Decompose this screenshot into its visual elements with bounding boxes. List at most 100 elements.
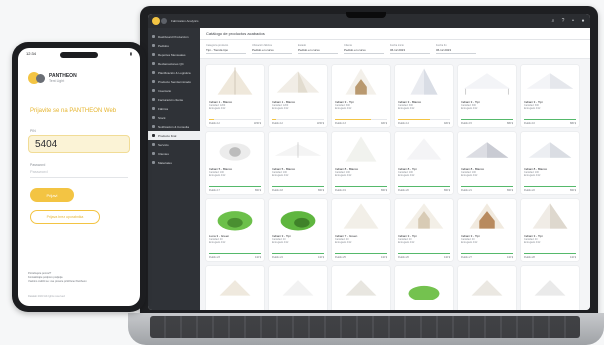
product-card[interactable] — [269, 266, 327, 310]
product-thumbnail — [521, 65, 579, 99]
order-number: Pedido 27 — [461, 256, 472, 259]
product-card[interactable]: Indiani 8 - Blanco Cantidad: 100 Entregado… — [458, 132, 516, 194]
product-card[interactable]: Indiani 5 - Blanco Cantidad: 100 Entregado… — [206, 132, 264, 194]
tent-image — [282, 280, 314, 296]
order-price: 410 $ — [570, 256, 576, 259]
product-card[interactable]: Indiani 3 - Tipi Cantidad: 300 Entregado 4… — [332, 65, 390, 127]
sidebar-item-label: Planificación & Logística — [158, 70, 191, 75]
sidebar-item[interactable]: Reclamaciones QC — [148, 59, 200, 68]
product-thumbnail — [332, 266, 390, 300]
search-icon[interactable]: ⌕ — [550, 18, 556, 24]
sidebar-item[interactable]: Planificación & Logística — [148, 68, 200, 77]
brand-header: PANTHEON Tent Light — [18, 58, 140, 84]
tent-image — [406, 138, 442, 160]
filter-dropdown[interactable]: Fecha inicio 06.12.2023 — [390, 44, 430, 54]
product-thumbnail — [206, 199, 264, 233]
filter-label: Ubicación fábrica — [252, 44, 272, 47]
order-price: 860 $ — [255, 189, 261, 192]
product-card[interactable]: Luna 3 - Green Cantidad: 40 Entregado 4/12… — [206, 199, 264, 261]
order-number: Pedido 12 — [209, 122, 220, 125]
product-card[interactable]: Indiani 8 - Tipi Cantidad: 100 Entregado 4… — [395, 132, 453, 194]
product-thumbnail — [458, 65, 516, 99]
product-card[interactable] — [332, 266, 390, 310]
progress-fill — [398, 118, 431, 120]
progress-fill — [209, 185, 261, 187]
sidebar-item[interactable]: Clientes — [148, 149, 200, 158]
user-icon[interactable]: ● — [580, 18, 586, 24]
sidebar-item[interactable]: Reportes Mensuales — [148, 50, 200, 59]
product-card[interactable]: Indiani 1 - Blanco Cantidad: 1200 Entregad… — [206, 65, 264, 127]
product-thumbnail — [395, 65, 453, 99]
progress-fill — [335, 118, 372, 120]
product-card[interactable]: Indiani 7 - Green Cantidad: 40 Entregado 4… — [332, 199, 390, 261]
product-card[interactable]: Indiani 3 - Tipi Cantidad: 40 Entregado 4/… — [269, 199, 327, 261]
product-card[interactable]: Indiani 5 - Blanco Cantidad: 100 Entregado… — [269, 132, 327, 194]
product-delivery: Entregado 4/12 — [209, 107, 226, 110]
product-card[interactable]: Indiani 8 - Blanco Cantidad: 100 Entregado… — [332, 132, 390, 194]
laptop: Fabrication Analytics ⌕ ? • ● Dashboard … — [140, 6, 598, 318]
sidebar-item-label: Notificación & Consulta — [158, 124, 190, 129]
product-card[interactable] — [521, 266, 579, 310]
sidebar-item[interactable]: Stock — [148, 113, 200, 122]
product-card[interactable]: Indiani 3 - Tipi Cantidad: 300 Entregado 4… — [458, 65, 516, 127]
product-card[interactable]: Indiani 3 - Tipi Cantidad: 40 Entregado 4/… — [458, 199, 516, 261]
brand-logo-icon-secondary — [161, 18, 167, 24]
progress-bar — [398, 252, 450, 254]
tent-image — [345, 68, 377, 95]
filter-dropdown[interactable]: Categoría producto Tipi - Tienda tipo — [206, 44, 246, 54]
help-icon[interactable]: ? — [560, 18, 566, 24]
progress-bar — [524, 185, 576, 187]
product-delivery: Entregado 4/12 — [524, 107, 541, 110]
order-price: 860 $ — [381, 189, 387, 192]
product-card[interactable]: Indiani 3 - Tipi Cantidad: 40 Entregado 4/… — [395, 199, 453, 261]
tent-image — [534, 280, 566, 296]
sidebar-item[interactable]: Servicio — [148, 140, 200, 149]
sidebar-item[interactable]: Facturación cliente — [148, 95, 200, 104]
product-card[interactable]: Indiani 1 - Blanco Cantidad: 1200 Entregad… — [269, 65, 327, 127]
filter-dropdown[interactable]: Estado Pedido en curso — [298, 44, 338, 54]
product-card[interactable] — [458, 266, 516, 310]
sidebar-item[interactable]: Pedidos — [148, 41, 200, 50]
progress-fill — [524, 252, 576, 254]
progress-fill — [335, 185, 387, 187]
sidebar-item[interactable]: Fábrica — [148, 104, 200, 113]
menu-icon — [152, 161, 155, 164]
product-delivery: Entregado 4/12 — [209, 174, 226, 177]
product-card[interactable]: Indiani 3 - Blanco Cantidad: 300 Entregado… — [395, 65, 453, 127]
product-card[interactable] — [206, 266, 264, 310]
progress-fill — [524, 185, 576, 187]
tent-image — [345, 136, 377, 162]
login-without-user-button[interactable]: Prijava brez uporabnika — [30, 210, 100, 224]
phone-screen: 12:34 ▮ PANTHEON Tent Light Prijavite se… — [18, 48, 140, 306]
progress-bar — [461, 118, 513, 120]
filter-dropdown[interactable]: Fecha fin 06.12.2023 — [436, 44, 476, 54]
filter-dropdown[interactable]: Ubicación fábrica Pedido en curso — [252, 44, 292, 54]
product-card[interactable] — [395, 266, 453, 310]
pin-label: PIN — [30, 129, 36, 133]
sidebar-item[interactable]: Producto final — [148, 131, 200, 140]
product-delivery: Entregado 4/12 — [398, 174, 415, 177]
filter-dropdown[interactable]: Cliente Pedido en curso — [344, 44, 384, 54]
progress-fill — [335, 252, 387, 254]
bell-icon[interactable]: • — [570, 18, 576, 24]
pin-input[interactable]: 5404 — [28, 135, 130, 153]
sidebar-item[interactable]: Notificación & Consulta — [148, 122, 200, 131]
progress-bar — [524, 252, 576, 254]
sidebar-item[interactable]: Dashboard Producción — [148, 32, 200, 41]
product-card[interactable]: Indiani 3 - Tipi Cantidad: 40 Entregado 4/… — [521, 199, 579, 261]
progress-fill — [272, 252, 324, 254]
password-field[interactable]: Password — [30, 169, 128, 178]
sidebar-item[interactable]: Materiales — [148, 158, 200, 167]
card-footer: Pedido 24 410 $ — [272, 256, 324, 259]
product-thumbnail — [332, 65, 390, 99]
order-number: Pedido 14 — [398, 122, 409, 125]
order-price: 410 $ — [318, 256, 324, 259]
sidebar-item[interactable]: Producto Semiterminado — [148, 77, 200, 86]
sidebar-item[interactable]: Inventario — [148, 86, 200, 95]
tent-image — [217, 67, 253, 95]
product-card[interactable]: Indiani 3 - Tipi Cantidad: 300 Entregado 4… — [521, 65, 579, 127]
tent-image — [532, 203, 568, 229]
login-button[interactable]: Prijavi — [30, 188, 74, 202]
product-card[interactable]: Indiani 8 - Blanco Cantidad: 100 Entregado… — [521, 132, 579, 194]
product-delivery: Entregado 4/12 — [335, 107, 352, 110]
